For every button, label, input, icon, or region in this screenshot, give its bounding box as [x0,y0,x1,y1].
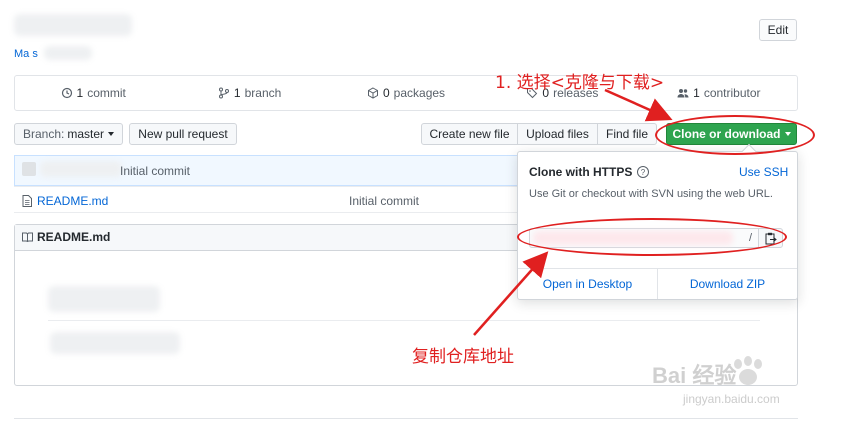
arrow-to-clone [604,88,673,122]
watermark-url: jingyan.baidu.com [683,392,780,406]
arrow-to-url [473,251,549,336]
watermark-brand: Bai 经验 [652,363,737,388]
